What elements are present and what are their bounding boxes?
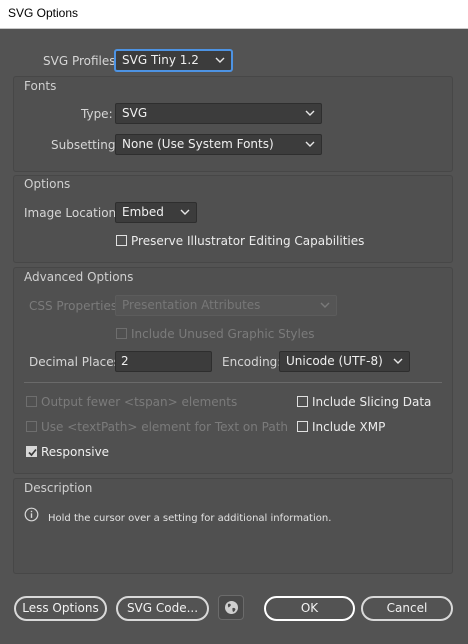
less-options-button[interactable]: Less Options <box>14 596 107 621</box>
decimal-places-label: Decimal Places: <box>29 355 124 369</box>
image-location-value: Embed <box>122 205 164 219</box>
fonts-panel: Fonts <box>13 76 453 172</box>
window-title: SVG Options <box>8 6 79 20</box>
font-type-value: SVG <box>122 106 148 120</box>
include-unused-styles-checkbox[interactable] <box>116 328 127 339</box>
css-properties-label: CSS Properties: <box>29 299 122 313</box>
subsetting-select[interactable]: None (Use System Fonts) <box>115 134 322 155</box>
use-textpath-label: Use <textPath> element for Text on Path <box>41 420 289 434</box>
checkmark-icon <box>28 448 37 457</box>
svg-profiles-label: SVG Profiles: <box>43 54 120 68</box>
output-fewer-tspan-label: Output fewer <tspan> elements <box>41 395 238 409</box>
encoding-value: Unicode (UTF-8) <box>286 354 383 368</box>
include-slicing-data-label: Include Slicing Data <box>312 395 432 409</box>
options-section-title: Options <box>24 177 71 191</box>
chevron-down-icon <box>305 139 315 149</box>
use-textpath-checkbox[interactable] <box>26 421 37 432</box>
css-properties-select[interactable]: Presentation Attributes <box>115 295 337 316</box>
description-panel: Description <box>13 478 453 574</box>
include-xmp-label: Include XMP <box>312 420 386 434</box>
chevron-down-icon <box>305 108 315 118</box>
chevron-down-icon <box>180 207 190 217</box>
cancel-button[interactable]: Cancel <box>361 596 453 621</box>
chevron-down-icon <box>393 356 403 366</box>
title-bar: SVG Options <box>0 0 468 29</box>
responsive-label: Responsive <box>41 445 110 459</box>
info-icon <box>24 507 39 525</box>
include-unused-styles-label: Include Unused Graphic Styles <box>131 327 315 341</box>
ok-button[interactable]: OK <box>264 596 355 621</box>
svg-code-button[interactable]: SVG Code... <box>116 596 209 621</box>
include-slicing-data-checkbox[interactable] <box>297 396 308 407</box>
description-text: Hold the cursor over a setting for addit… <box>48 513 332 524</box>
web-preview-button[interactable] <box>218 595 244 620</box>
chevron-down-icon <box>215 55 225 65</box>
image-location-label: Image Location: <box>24 206 121 220</box>
decimal-places-input[interactable]: 2 <box>115 351 212 372</box>
globe-icon <box>225 601 238 614</box>
svg-profiles-select[interactable]: SVG Tiny 1.2 <box>115 50 232 71</box>
subsetting-label: Subsetting: <box>51 138 120 152</box>
encoding-label: Encoding: <box>222 355 282 369</box>
font-type-select[interactable]: SVG <box>115 103 322 124</box>
description-section-title: Description <box>24 481 93 495</box>
svg-profiles-value: SVG Tiny 1.2 <box>122 53 199 67</box>
preserve-editing-checkbox[interactable] <box>116 235 127 246</box>
font-type-label: Type: <box>81 107 113 121</box>
divider <box>24 382 442 383</box>
subsetting-value: None (Use System Fonts) <box>122 137 274 151</box>
preserve-editing-label: Preserve Illustrator Editing Capabilitie… <box>131 234 365 248</box>
css-properties-value: Presentation Attributes <box>122 298 261 312</box>
responsive-checkbox[interactable] <box>26 446 37 457</box>
include-xmp-checkbox[interactable] <box>297 421 308 432</box>
encoding-select[interactable]: Unicode (UTF-8) <box>279 351 410 372</box>
advanced-section-title: Advanced Options <box>24 270 134 284</box>
chevron-down-icon <box>320 300 330 310</box>
image-location-select[interactable]: Embed <box>115 202 197 223</box>
output-fewer-tspan-checkbox[interactable] <box>26 396 37 407</box>
fonts-section-title: Fonts <box>24 79 57 93</box>
